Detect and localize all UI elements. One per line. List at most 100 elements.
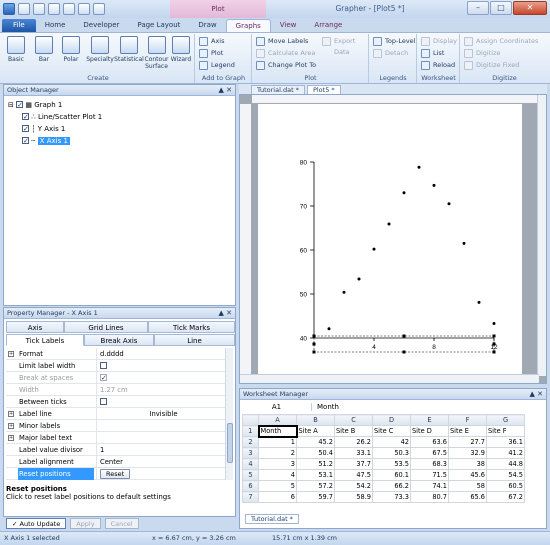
tab-file[interactable]: File <box>2 19 36 32</box>
tab-graphs[interactable]: Graphs <box>225 19 271 32</box>
selection-handle[interactable] <box>402 350 406 354</box>
worksheet-cell[interactable]: 41.2 <box>486 447 525 459</box>
worksheet-cell[interactable]: 45.6 <box>448 469 487 481</box>
worksheet-cell[interactable]: Site E <box>448 425 487 437</box>
worksheet-cell[interactable]: 66.2 <box>372 480 411 492</box>
export-data-button[interactable]: Export Data <box>321 36 368 56</box>
cell-value[interactable]: Month <box>317 403 339 411</box>
save-icon[interactable] <box>48 3 60 15</box>
worksheet-cell[interactable]: Month <box>257 424 298 438</box>
property-row-major-label-text[interactable]: + Major label text <box>6 432 227 444</box>
tab-view[interactable]: View <box>271 19 306 32</box>
worksheet-cell[interactable]: 38 <box>448 458 487 470</box>
row-header[interactable]: 4 <box>242 458 259 470</box>
calculate-area-button[interactable]: Calculate Area <box>255 48 315 59</box>
worksheet-cell[interactable]: Site C <box>372 425 411 437</box>
expand-icon[interactable]: + <box>8 435 14 441</box>
row-header[interactable]: 7 <box>242 491 259 503</box>
property-row-limit-label-width[interactable]: Limit label width <box>6 360 227 372</box>
tab-plot5[interactable]: Plot5 * <box>306 85 341 94</box>
property-row-label-line[interactable]: + Label line Invisible <box>6 408 227 420</box>
scatter-chart[interactable]: 40506070804 8 12 <box>258 104 522 376</box>
reset-button[interactable]: Reset <box>100 469 131 479</box>
worksheet-cell[interactable]: 80.7 <box>410 491 449 503</box>
tab-grid-lines[interactable]: Grid Lines <box>64 321 148 333</box>
pin-icon[interactable]: ▲ ✕ <box>219 85 232 96</box>
row-header[interactable]: 6 <box>242 480 259 492</box>
cell-reference[interactable]: A1 <box>242 403 312 411</box>
property-scrollbar[interactable] <box>225 348 233 480</box>
worksheet-cell[interactable]: 33.1 <box>334 447 373 459</box>
row-header[interactable]: 3 <box>242 447 259 459</box>
tab-arrange[interactable]: Arrange <box>305 19 351 32</box>
tab-break-axis[interactable]: Break Axis <box>84 334 154 346</box>
worksheet-cell[interactable]: 53.5 <box>372 458 411 470</box>
data-point[interactable] <box>387 222 391 226</box>
worksheet-cell[interactable]: 36.1 <box>486 436 525 448</box>
data-point[interactable] <box>477 300 481 304</box>
tree-item-y-axis[interactable]: ┆ Y Axis 1 <box>8 123 102 135</box>
worksheet-cell[interactable]: 51.2 <box>296 458 335 470</box>
digitize-button[interactable]: Digitize <box>463 48 501 59</box>
cancel-button[interactable]: Cancel <box>104 517 139 529</box>
apply-button[interactable]: Apply <box>70 517 101 529</box>
worksheet-cell[interactable]: Site F <box>486 425 525 437</box>
tab-tutorial-dat[interactable]: Tutorial.dat * <box>251 85 305 94</box>
worksheet-cell[interactable]: 37.7 <box>334 458 373 470</box>
add-legend-button[interactable]: Legend <box>198 60 235 71</box>
worksheet-cell[interactable]: 45.2 <box>296 436 335 448</box>
tab-line[interactable]: Line <box>154 334 235 346</box>
worksheet-cell[interactable]: 26.2 <box>334 436 373 448</box>
scroll-thumb[interactable] <box>227 423 233 463</box>
property-row-minor-labels[interactable]: + Minor labels <box>6 420 227 432</box>
data-point[interactable] <box>327 327 331 331</box>
worksheet-cell[interactable]: Site B <box>334 425 373 437</box>
selection-handle[interactable] <box>312 342 316 346</box>
row-header[interactable]: 5 <box>242 469 259 481</box>
worksheet-cell[interactable]: 63.6 <box>410 436 449 448</box>
worksheet-cell[interactable]: 6 <box>258 491 297 503</box>
close-button[interactable]: ✕ <box>513 1 547 15</box>
wizard-button[interactable]: Wizard <box>169 35 193 71</box>
worksheet-cell[interactable]: 67.2 <box>486 491 525 503</box>
app-icon[interactable] <box>3 3 15 15</box>
undo-icon[interactable] <box>78 3 90 15</box>
property-row-width[interactable]: Width 1.27 cm <box>6 384 227 396</box>
selection-handle[interactable] <box>492 350 496 354</box>
data-point[interactable] <box>447 202 451 206</box>
worksheet-cell[interactable]: 53.1 <box>296 469 335 481</box>
visibility-checkbox[interactable] <box>22 135 29 147</box>
worksheet-cell[interactable]: 47.5 <box>334 469 373 481</box>
tab-developer[interactable]: Developer <box>74 19 128 32</box>
tab-home[interactable]: Home <box>36 19 75 32</box>
selection-handle[interactable] <box>312 334 316 338</box>
expand-icon[interactable]: + <box>8 423 14 429</box>
property-row-label-alignment[interactable]: Label alignment Center <box>6 456 227 468</box>
digitize-fixed-button[interactable]: Digitize Fixed <box>463 60 519 71</box>
property-row-format[interactable]: + Format d.dddd <box>6 348 227 360</box>
reload-button[interactable]: Reload <box>420 60 455 71</box>
sheet-tab-tutorial[interactable]: Tutorial.dat * <box>245 514 299 524</box>
property-row-between-ticks[interactable]: Between ticks <box>6 396 227 408</box>
worksheet-cell[interactable]: 73.3 <box>372 491 411 503</box>
polar-button[interactable]: Polar <box>59 35 83 71</box>
data-point[interactable] <box>417 165 421 169</box>
minimize-button[interactable]: – <box>467 1 489 15</box>
statistical-button[interactable]: Statistical <box>114 35 144 71</box>
property-row-reset-positions[interactable]: Reset positions Reset <box>6 468 227 480</box>
data-point[interactable] <box>372 247 376 251</box>
expand-icon[interactable]: + <box>8 411 14 417</box>
plot-horizontal-scrollbar[interactable] <box>240 374 539 383</box>
tree-item-graph[interactable]: ⊟ ▦ Graph 1 <box>8 99 102 111</box>
worksheet-cell[interactable]: 2 <box>258 447 297 459</box>
column-header[interactable]: E <box>410 414 449 426</box>
row-header[interactable]: 1 <box>242 425 259 437</box>
row-header[interactable]: 2 <box>242 436 259 448</box>
worksheet-cell[interactable]: 57.2 <box>296 480 335 492</box>
column-header[interactable]: G <box>486 414 525 426</box>
limit-label-width-checkbox[interactable] <box>100 361 107 369</box>
worksheet-cell[interactable]: 27.7 <box>448 436 487 448</box>
data-point[interactable] <box>492 321 496 325</box>
plot-page[interactable]: 40 50 60 70 80 4 8 12 <box>258 104 522 376</box>
add-plot-button[interactable]: Plot <box>198 48 223 59</box>
